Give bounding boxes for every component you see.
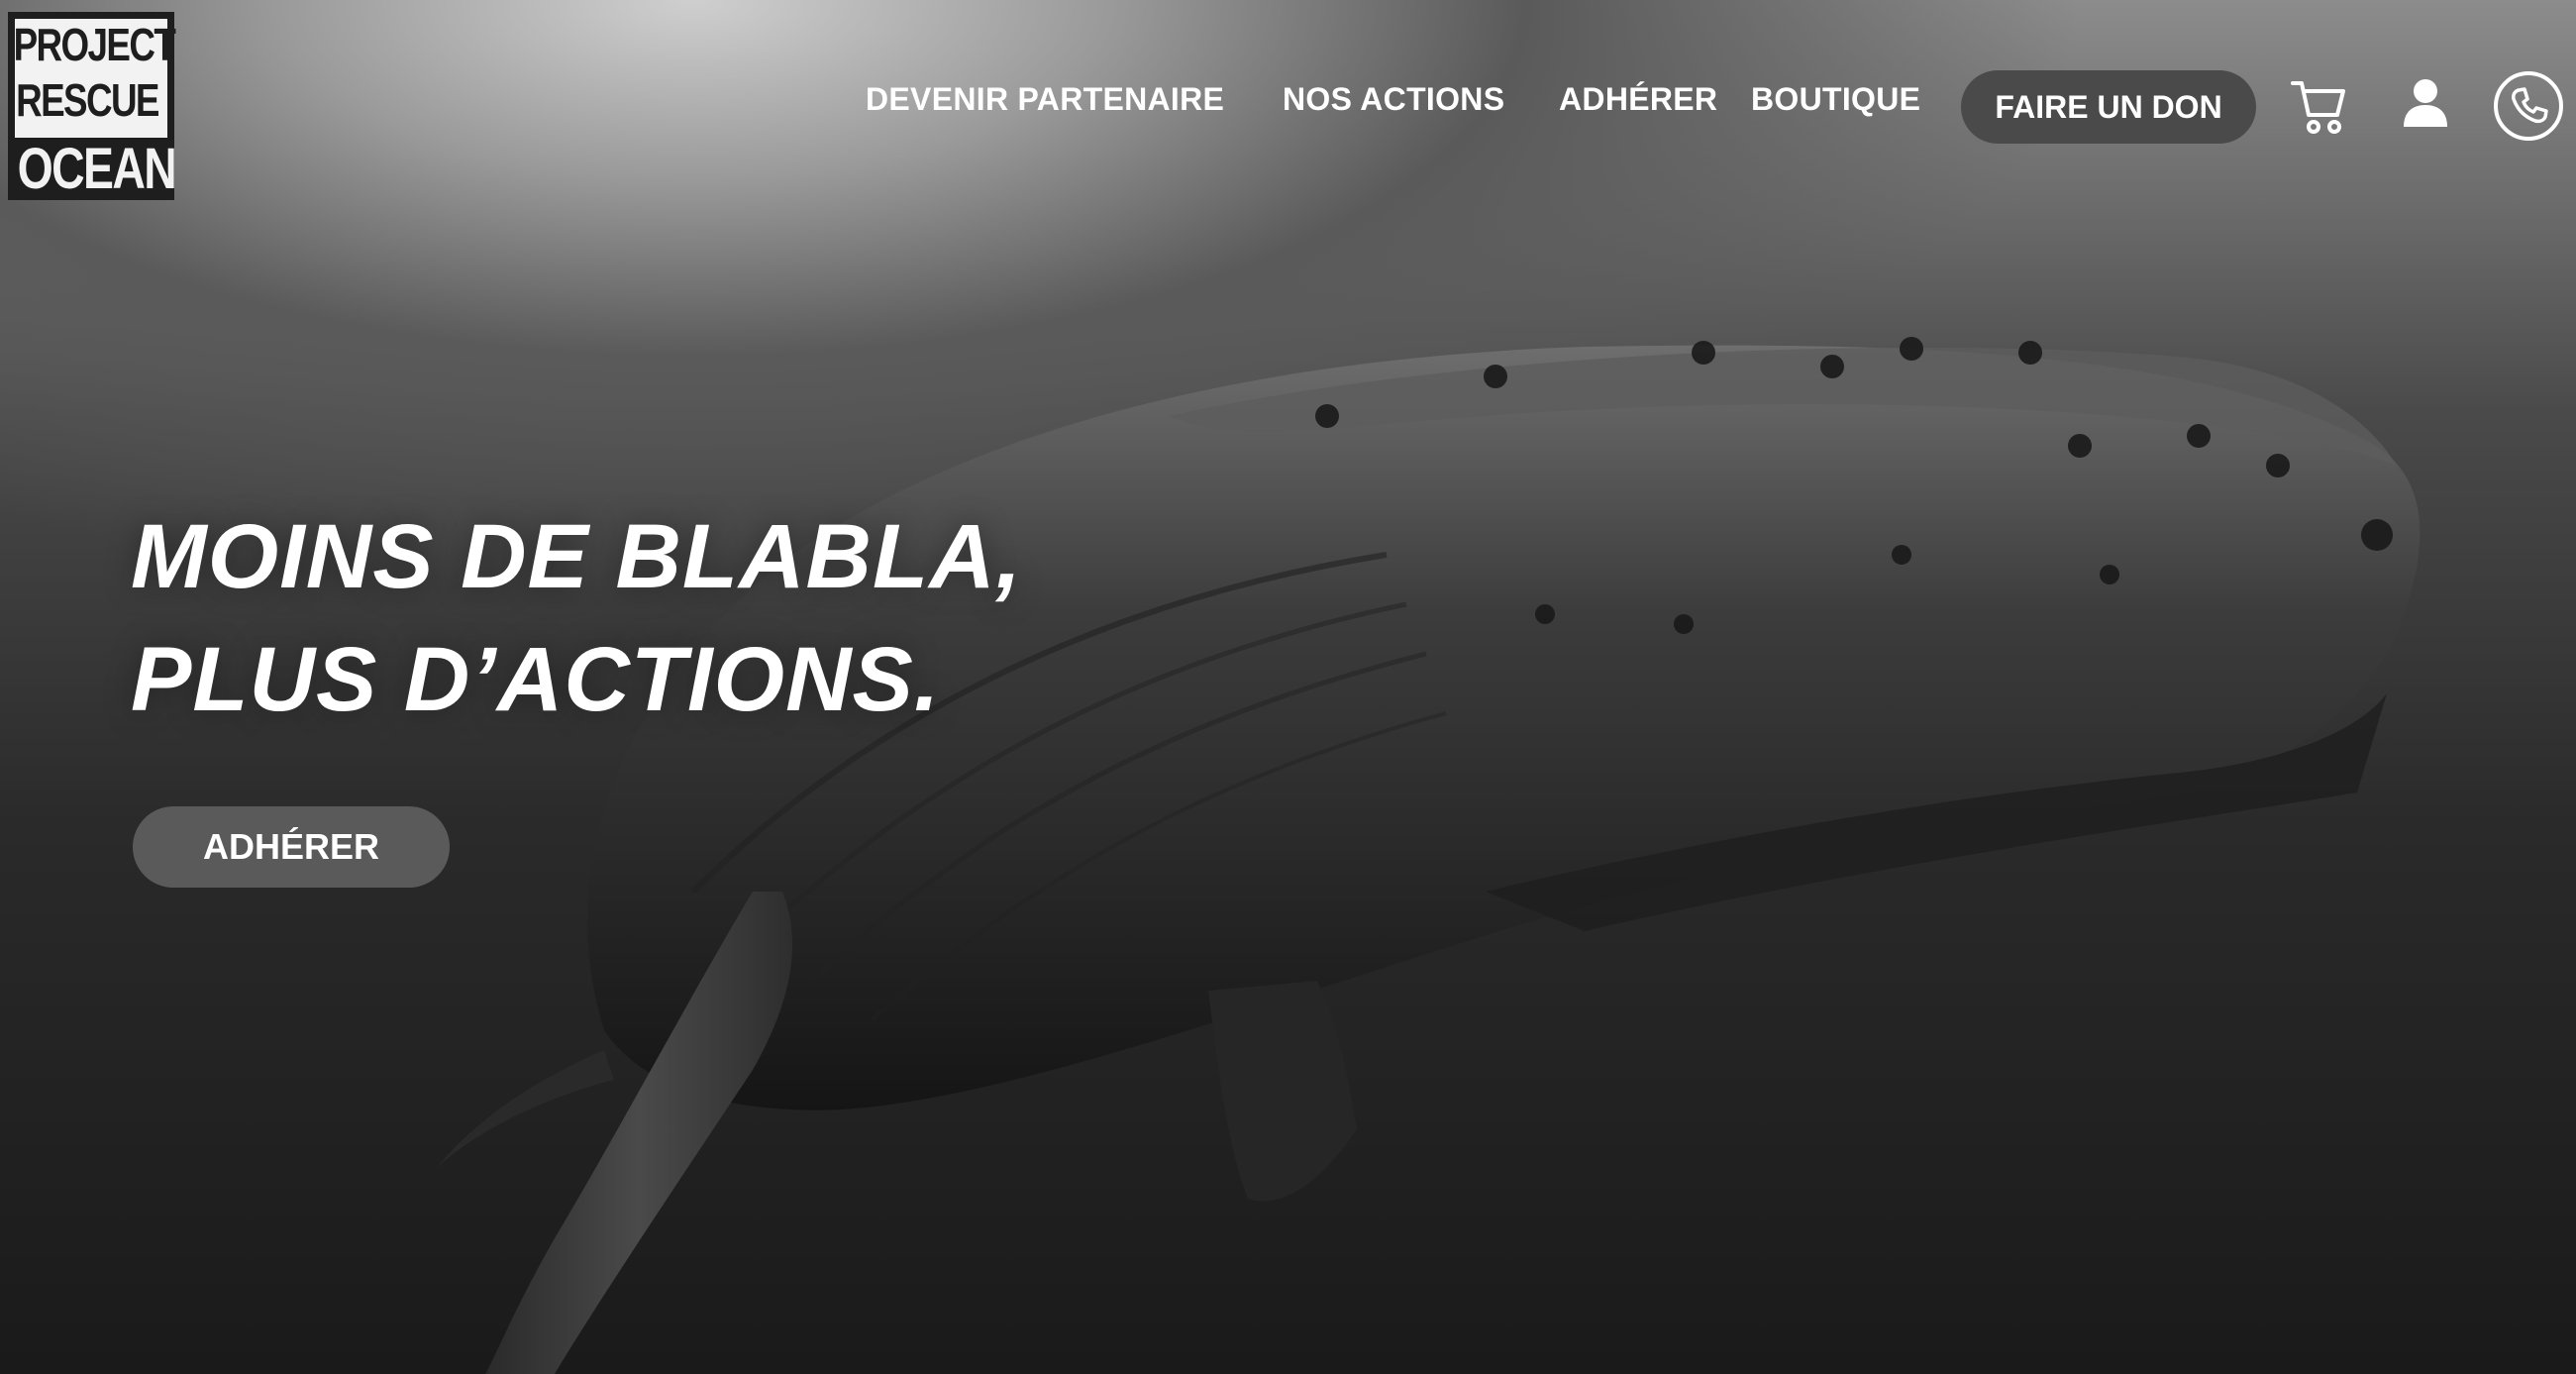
project-rescue-ocean-logo[interactable]: PROJECT RESCUE OCEAN: [8, 12, 177, 201]
nav-boutique[interactable]: BOUTIQUE: [1751, 81, 1920, 118]
donate-button[interactable]: FAIRE UN DON: [1961, 70, 2256, 144]
logo-line-ocean: OCEAN: [17, 137, 177, 201]
logo-line-rescue: RESCUE: [16, 74, 159, 126]
hero-headline: MOINS DE BLABLA, PLUS D’ACTIONS.: [131, 495, 1022, 741]
hero-headline-line2: PLUS D’ACTIONS.: [131, 629, 941, 730]
cart-icon[interactable]: [2290, 75, 2347, 137]
nav-devenir-partenaire[interactable]: DEVENIR PARTENAIRE: [866, 81, 1224, 118]
hero-headline-line1: MOINS DE BLABLA,: [131, 506, 1023, 607]
phone-icon[interactable]: [2492, 69, 2565, 143]
logo-line-project: PROJECT: [13, 19, 176, 70]
nav-adherer[interactable]: ADHÉRER: [1559, 81, 1717, 118]
user-icon[interactable]: [2401, 77, 2450, 129]
adherer-cta-button[interactable]: ADHÉRER: [133, 806, 450, 888]
nav-nos-actions[interactable]: NOS ACTIONS: [1283, 81, 1504, 118]
